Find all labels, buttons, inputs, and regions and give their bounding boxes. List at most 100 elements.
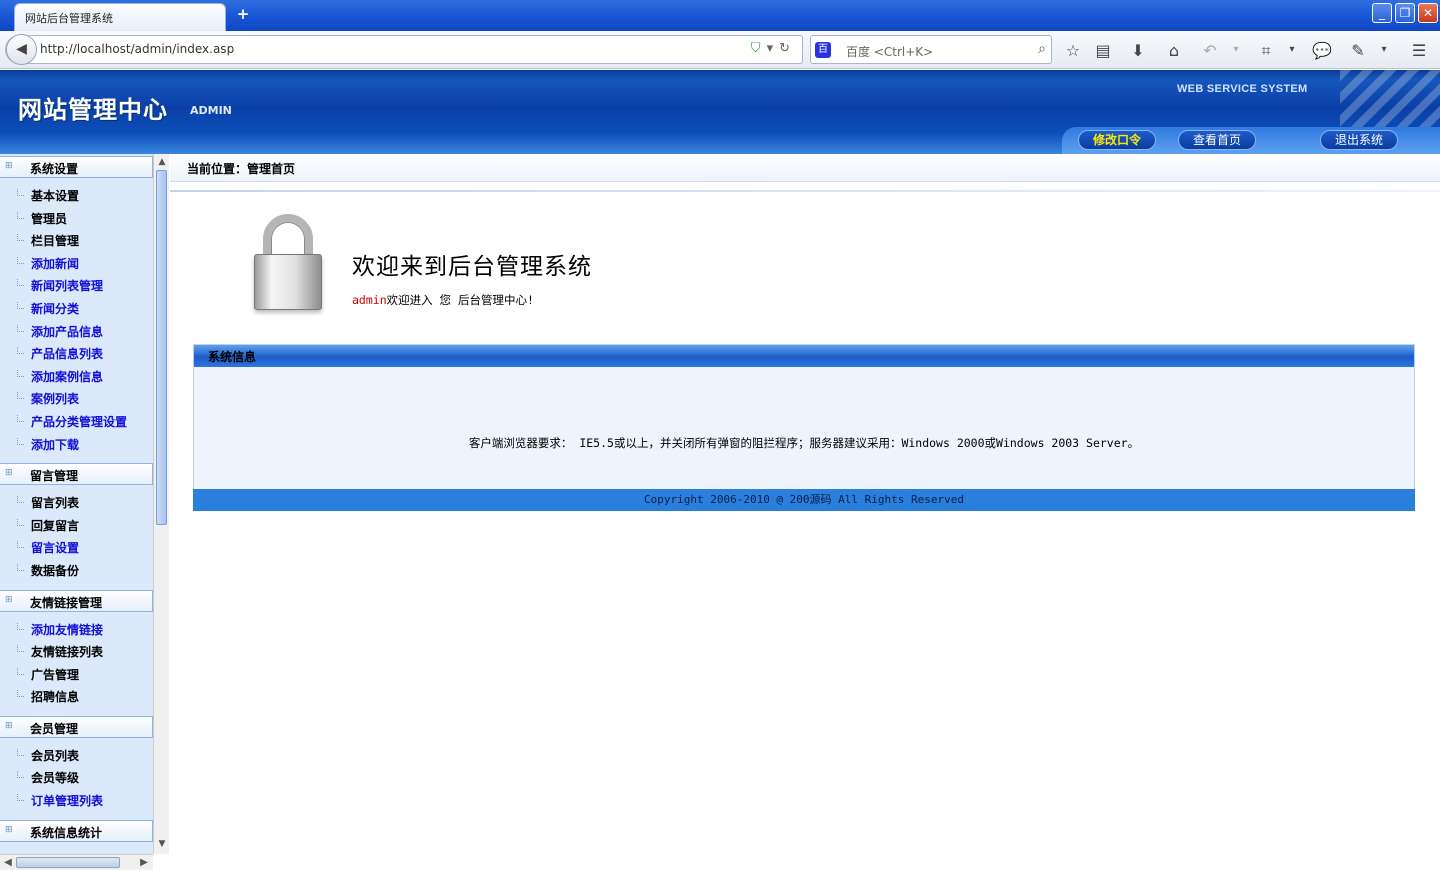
sidebar-vertical-scrollbar[interactable]: ▲ ▼ — [153, 154, 169, 854]
new-tab-button[interactable]: + — [234, 5, 252, 23]
menu-item[interactable]: 会员等级 — [0, 766, 153, 789]
baidu-engine-icon[interactable]: 百 — [815, 42, 831, 58]
menu-item-label: 回复留言 — [31, 518, 80, 533]
menu-header[interactable]: ⊞ 系统设置 — [0, 156, 153, 178]
menu-item[interactable]: 友情链接列表 — [0, 640, 153, 663]
change-password-button[interactable]: 修改口令 — [1078, 130, 1156, 150]
view-homepage-button[interactable]: 查看首页 — [1178, 130, 1256, 150]
expand-icon[interactable]: ⊞ — [5, 721, 13, 731]
menu-item[interactable]: 添加友情链接 — [0, 618, 153, 641]
expand-icon[interactable]: ⊞ — [5, 825, 13, 835]
menu-item[interactable]: 添加案例信息 — [0, 365, 153, 388]
menu-item[interactable]: 广告管理 — [0, 663, 153, 686]
site-header: 网站管理中心 ADMIN WEB SERVICE SYSTEM 修改口令 查看首… — [0, 70, 1440, 154]
panel-header: 系统信息 — [194, 345, 1414, 367]
undo-icon[interactable]: ↶ — [1200, 41, 1220, 60]
menu-item[interactable]: 留言列表 — [0, 491, 153, 514]
scroll-left-icon[interactable]: ◀ — [1, 856, 15, 870]
menu-item[interactable]: 产品分类管理设置 — [0, 410, 153, 433]
scrollbar-thumb[interactable] — [156, 170, 167, 525]
scroll-right-icon[interactable]: ▶ — [137, 856, 151, 870]
menu-item[interactable]: 添加产品信息 — [0, 320, 153, 343]
menu-item[interactable]: 数据备份 — [0, 559, 153, 582]
undo-dropdown-icon[interactable]: ▾ — [1226, 44, 1246, 55]
tree-line-icon — [17, 748, 24, 756]
scroll-down-icon[interactable]: ▼ — [156, 838, 168, 850]
tree-line-icon — [17, 256, 24, 264]
expand-icon[interactable]: ⊞ — [5, 468, 13, 478]
back-arrow-icon[interactable]: ◀ — [6, 34, 37, 65]
menu-item-label: 留言设置 — [31, 541, 80, 556]
menu-item[interactable]: 管理员 — [0, 207, 153, 230]
crop-dropdown-icon[interactable]: ▾ — [1282, 44, 1302, 55]
dropdown-icon[interactable]: ▾ — [767, 41, 780, 56]
menu-item-label: 添加产品信息 — [31, 324, 104, 339]
menu-header[interactable]: ⊞ 会员管理 — [0, 715, 153, 738]
welcome-message: admin欢迎进入 您 后台管理中心! — [352, 292, 534, 308]
menu-item-label: 友情链接列表 — [31, 645, 104, 660]
bookmark-star-icon[interactable]: ☆ — [1063, 41, 1083, 60]
extension-dropdown-icon[interactable]: ▾ — [1374, 44, 1394, 55]
minimize-button[interactable]: _ — [1372, 3, 1392, 23]
menu-item[interactable]: 回复留言 — [0, 514, 153, 537]
tree-line-icon — [17, 437, 24, 445]
menu-item[interactable]: 招聘信息 — [0, 685, 153, 708]
menu-item-label: 添加案例信息 — [31, 369, 104, 384]
menu-item[interactable]: 添加下载 — [0, 433, 153, 456]
download-icon[interactable]: ⬇ — [1128, 41, 1148, 60]
search-bar[interactable]: 百 百度 <Ctrl+K> ⌕ — [810, 35, 1052, 64]
home-icon[interactable]: ⌂ — [1164, 41, 1184, 60]
menu-header[interactable]: ⊞ 系统信息统计 — [0, 819, 153, 842]
tree-line-icon — [17, 324, 24, 332]
tree-line-icon — [17, 496, 24, 504]
sidebar-horizontal-scrollbar[interactable]: ◀ ▶ — [0, 854, 153, 870]
menu-item[interactable]: 基本设置 — [0, 184, 153, 207]
search-icon[interactable]: ⌕ — [1038, 41, 1046, 57]
tree-line-icon — [17, 518, 24, 526]
scrollbar-thumb[interactable] — [16, 857, 120, 868]
expand-icon[interactable]: ⊞ — [5, 161, 13, 171]
menu-header[interactable]: ⊞ 友情链接管理 — [0, 589, 153, 612]
menu-item[interactable]: 会员列表 — [0, 744, 153, 767]
menu-item[interactable]: 栏目管理 — [0, 229, 153, 252]
extension-icon[interactable]: ✎ — [1348, 41, 1368, 60]
logout-button[interactable]: 退出系统 — [1320, 130, 1398, 150]
reading-list-icon[interactable]: ▤ — [1093, 41, 1113, 60]
url-bar[interactable]: ◀ http://localhost/admin/index.asp ⛉▾↻ — [5, 34, 803, 65]
menu-item-label: 新闻列表管理 — [31, 279, 104, 294]
main-content: 当前位置：管理首页 欢迎来到后台管理系统 admin欢迎进入 您 后台管理中心!… — [170, 154, 1440, 870]
chat-icon[interactable]: 💬 — [1312, 41, 1332, 60]
browser-titlebar: 网站后台管理系统 + _ ❐ ✕ — [0, 0, 1440, 31]
menu-item-label: 会员列表 — [31, 748, 80, 763]
site-logo: 网站管理中心 — [18, 96, 168, 124]
menu-item[interactable]: 添加新闻 — [0, 252, 153, 275]
browser-tab[interactable]: 网站后台管理系统 — [14, 3, 226, 31]
menu-item[interactable]: 订单管理列表 — [0, 789, 153, 812]
menu-group-links: ⊞ 友情链接管理 添加友情链接 友情链接列表 广告管理 招聘信息 — [0, 589, 153, 714]
divider — [170, 190, 1440, 192]
lock-icon — [254, 214, 322, 312]
menu-item-label: 案例列表 — [31, 392, 80, 407]
menu-icon[interactable]: ☰ — [1409, 41, 1429, 60]
close-window-button[interactable]: ✕ — [1418, 3, 1438, 23]
panel-title: 系统信息 — [208, 350, 257, 364]
menu-item[interactable]: 案例列表 — [0, 387, 153, 410]
menu-header-title: 系统信息统计 — [30, 825, 103, 840]
menu-item[interactable]: 产品信息列表 — [0, 342, 153, 365]
menu-header[interactable]: ⊞ 留言管理 — [0, 463, 153, 486]
tree-line-icon — [17, 541, 24, 549]
restore-button[interactable]: ❐ — [1395, 3, 1415, 23]
web-service-tagline: WEB SERVICE SYSTEM — [1177, 83, 1308, 95]
menu-item[interactable]: 新闻列表管理 — [0, 274, 153, 297]
reload-icon[interactable]: ↻ — [779, 41, 796, 56]
menu-item[interactable]: 留言设置 — [0, 536, 153, 559]
menu-item-label: 栏目管理 — [31, 234, 80, 249]
url-text[interactable]: http://localhost/admin/index.asp — [40, 42, 340, 56]
expand-icon[interactable]: ⊞ — [5, 595, 13, 605]
menu-item-label: 产品信息列表 — [31, 347, 104, 362]
scroll-up-icon[interactable]: ▲ — [156, 156, 168, 168]
crop-icon[interactable]: ⌗ — [1256, 41, 1276, 61]
menu-item[interactable]: 新闻分类 — [0, 297, 153, 320]
tree-line-icon — [17, 279, 24, 287]
sidebar: ⊞ 系统设置 基本设置 管理员 栏目管理 添加新闻 新闻列表管理 新闻分类 添加… — [0, 154, 153, 854]
